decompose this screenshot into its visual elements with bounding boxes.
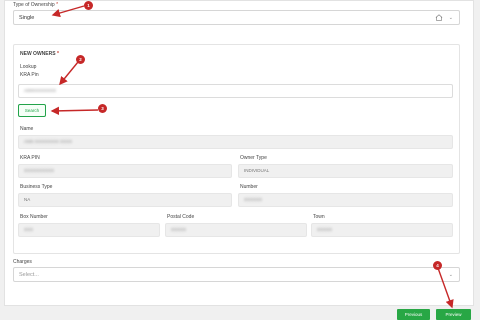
annotation-marker-3: 3 <box>98 104 107 113</box>
annotation-arrow-1 <box>51 5 85 18</box>
annotation-arrow-3 <box>50 106 99 116</box>
annotation-marker-1: 1 <box>84 1 93 10</box>
annotation-arrows <box>50 5 454 309</box>
annotation-marker-2: 2 <box>76 55 85 64</box>
annotation-marker-4: 4 <box>433 261 442 270</box>
annotation-arrow-4 <box>437 267 454 309</box>
annotation-arrow-2 <box>59 61 79 86</box>
